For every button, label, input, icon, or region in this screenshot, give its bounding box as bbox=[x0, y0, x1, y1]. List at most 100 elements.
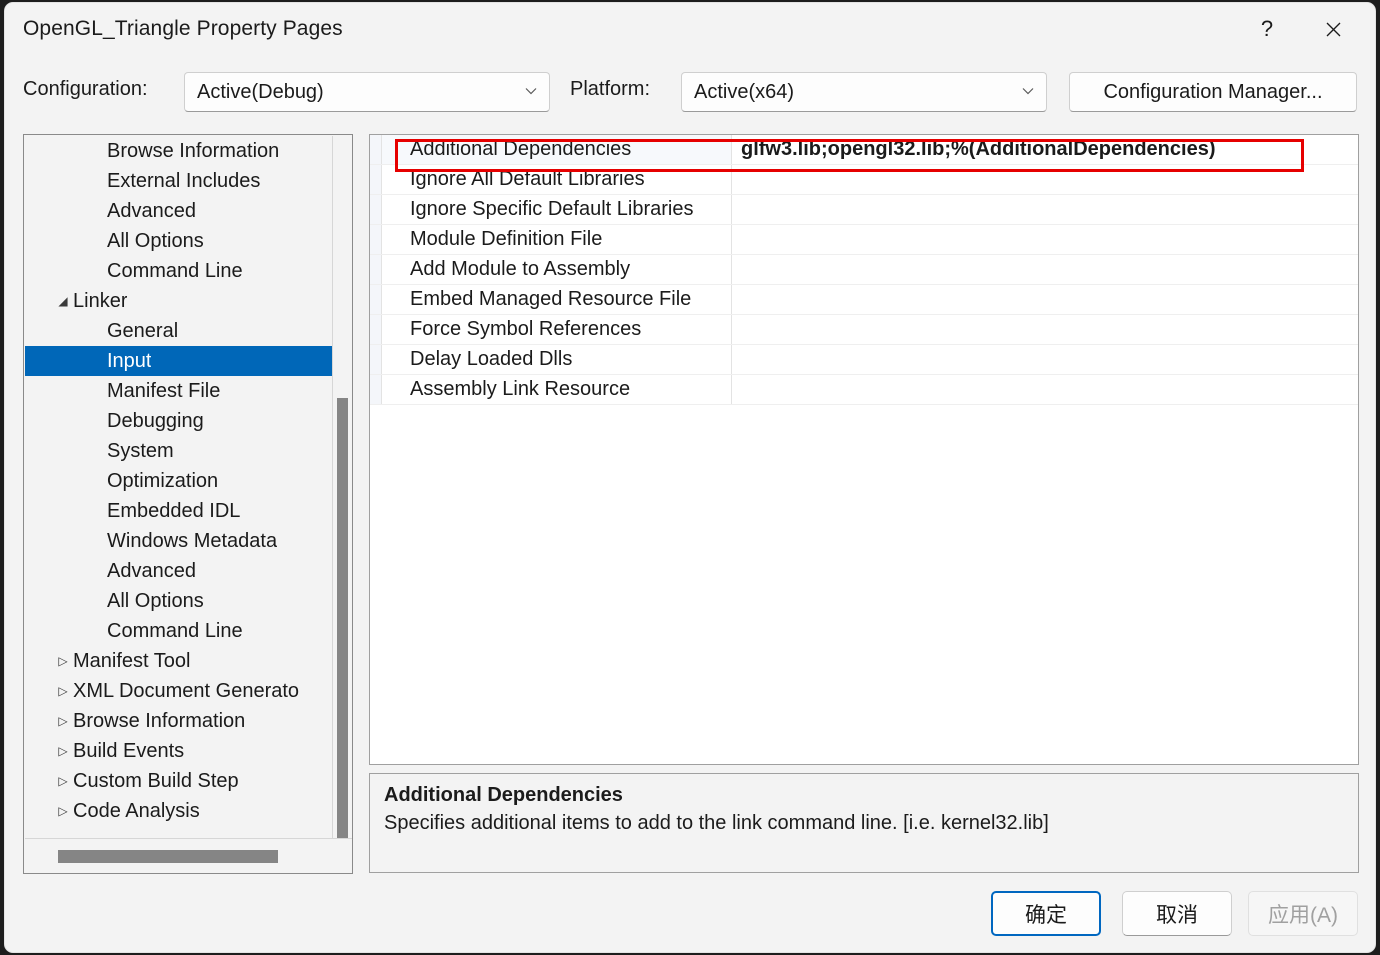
tree-item-build-events[interactable]: ▷ Build Events bbox=[25, 736, 333, 766]
close-glyph bbox=[1326, 22, 1340, 36]
tree-item-general[interactable]: General bbox=[25, 316, 333, 346]
property-row[interactable]: Add Module to Assembly bbox=[370, 255, 1358, 285]
tree-item-label: Custom Build Step bbox=[73, 769, 239, 792]
tree-item-all-options[interactable]: All Options bbox=[25, 226, 333, 256]
property-name: Force Symbol References bbox=[382, 315, 732, 344]
property-name: Ignore All Default Libraries bbox=[382, 165, 732, 194]
ok-button[interactable]: 确定 bbox=[991, 891, 1101, 936]
tree-item-browse-information[interactable]: ▷ Browse Information bbox=[25, 706, 333, 736]
tree-item-advanced[interactable]: Advanced bbox=[25, 556, 333, 586]
property-row[interactable]: Ignore All Default Libraries bbox=[370, 165, 1358, 195]
property-name: Module Definition File bbox=[382, 225, 732, 254]
property-row-gutter bbox=[370, 225, 382, 254]
property-pages-dialog: OpenGL_Triangle Property Pages ? Configu… bbox=[4, 2, 1376, 953]
tree-item-system[interactable]: System bbox=[25, 436, 333, 466]
tree-item-command-line[interactable]: Command Line bbox=[25, 256, 333, 286]
tree-item-input[interactable]: Input bbox=[25, 346, 333, 376]
tree-item-label: All Options bbox=[107, 589, 204, 612]
description-panel: Additional Dependencies Specifies additi… bbox=[369, 773, 1359, 873]
platform-dropdown[interactable]: Active(x64) bbox=[681, 72, 1047, 112]
property-grid-rows: Additional Dependencies glfw3.lib;opengl3… bbox=[370, 135, 1358, 405]
tree-item-label: Optimization bbox=[107, 469, 219, 492]
property-value[interactable]: glfw3.lib;opengl32.lib;%(AdditionalDepen… bbox=[732, 135, 1358, 164]
property-row[interactable]: Module Definition File bbox=[370, 225, 1358, 255]
configuration-manager-button[interactable]: Configuration Manager... bbox=[1069, 72, 1357, 112]
property-name: Delay Loaded Dlls bbox=[382, 345, 732, 374]
tree-item-embedded-idl[interactable]: Embedded IDL bbox=[25, 496, 333, 526]
tree-item-label: Browse Information bbox=[73, 709, 246, 732]
chevron-collapsed-icon[interactable]: ▷ bbox=[53, 714, 73, 728]
chevron-expanded-icon[interactable]: ◢ bbox=[53, 294, 73, 308]
tree-horizontal-scrollbar[interactable] bbox=[25, 838, 352, 872]
tree-vertical-scrollbar-thumb[interactable] bbox=[337, 398, 348, 842]
tree-item-browse-information[interactable]: Browse Information bbox=[25, 136, 333, 166]
property-row[interactable]: Ignore Specific Default Libraries bbox=[370, 195, 1358, 225]
tree-item-label: External Includes bbox=[107, 169, 261, 192]
property-name: Additional Dependencies bbox=[382, 135, 732, 164]
tree-item-linker[interactable]: ◢ Linker bbox=[25, 286, 333, 316]
tree-item-custom-build-step[interactable]: ▷ Custom Build Step bbox=[25, 766, 333, 796]
chevron-down-icon bbox=[525, 85, 537, 97]
property-value[interactable] bbox=[732, 225, 1358, 254]
property-row[interactable]: Assembly Link Resource bbox=[370, 375, 1358, 405]
chevron-collapsed-icon[interactable]: ▷ bbox=[53, 744, 73, 758]
configuration-label: Configuration: bbox=[23, 78, 148, 100]
chevron-collapsed-icon[interactable]: ▷ bbox=[53, 654, 73, 668]
property-value[interactable] bbox=[732, 375, 1358, 404]
help-icon[interactable]: ? bbox=[1239, 3, 1295, 55]
tree-item-advanced[interactable]: Advanced bbox=[25, 196, 333, 226]
tree-item-label: Manifest Tool bbox=[73, 649, 191, 672]
description-body: Specifies additional items to add to the… bbox=[384, 812, 1049, 834]
tree-item-label: Manifest File bbox=[107, 379, 221, 402]
property-row[interactable]: Delay Loaded Dlls bbox=[370, 345, 1358, 375]
title-bar: OpenGL_Triangle Property Pages ? bbox=[5, 3, 1375, 59]
platform-label: Platform: bbox=[570, 78, 651, 100]
apply-button: 应用(A) bbox=[1248, 891, 1358, 936]
property-row[interactable]: Additional Dependencies glfw3.lib;opengl3… bbox=[370, 135, 1358, 165]
description-title: Additional Dependencies bbox=[384, 784, 623, 806]
tree-item-label: All Options bbox=[107, 229, 204, 252]
property-value[interactable] bbox=[732, 285, 1358, 314]
tree-horizontal-scrollbar-thumb[interactable] bbox=[58, 850, 278, 863]
property-row[interactable]: Embed Managed Resource File bbox=[370, 285, 1358, 315]
tree-item-manifest-tool[interactable]: ▷ Manifest Tool bbox=[25, 646, 333, 676]
apply-button-label: 应用(A) bbox=[1268, 903, 1338, 927]
property-value[interactable] bbox=[732, 195, 1358, 224]
tree-item-code-analysis[interactable]: ▷ Code Analysis bbox=[25, 796, 333, 826]
tree-vertical-scrollbar[interactable] bbox=[332, 136, 351, 842]
property-row-gutter bbox=[370, 375, 382, 404]
property-name: Embed Managed Resource File bbox=[382, 285, 732, 314]
tree-item-label: Code Analysis bbox=[73, 799, 200, 822]
chevron-collapsed-icon[interactable]: ▷ bbox=[53, 684, 73, 698]
property-row-gutter bbox=[370, 285, 382, 314]
chevron-collapsed-icon[interactable]: ▷ bbox=[53, 774, 73, 788]
chevron-down-icon bbox=[1022, 85, 1034, 97]
property-value[interactable] bbox=[732, 255, 1358, 284]
tree-item-label: Embedded IDL bbox=[107, 499, 241, 522]
tree-item-all-options[interactable]: All Options bbox=[25, 586, 333, 616]
cancel-button-label: 取消 bbox=[1156, 903, 1198, 927]
tree-item-label: Windows Metadata bbox=[107, 529, 278, 552]
property-value[interactable] bbox=[732, 345, 1358, 374]
property-row[interactable]: Force Symbol References bbox=[370, 315, 1358, 345]
tree-item-external-includes[interactable]: External Includes bbox=[25, 166, 333, 196]
tree-item-xml-document-generato[interactable]: ▷ XML Document Generato bbox=[25, 676, 333, 706]
tree-item-optimization[interactable]: Optimization bbox=[25, 466, 333, 496]
configuration-dropdown[interactable]: Active(Debug) bbox=[184, 72, 550, 112]
tree-item-command-line[interactable]: Command Line bbox=[25, 616, 333, 646]
configuration-value: Active(Debug) bbox=[197, 80, 324, 103]
close-icon[interactable] bbox=[1305, 3, 1361, 55]
tree-item-debugging[interactable]: Debugging bbox=[25, 406, 333, 436]
tree-item-manifest-file[interactable]: Manifest File bbox=[25, 376, 333, 406]
property-grid[interactable]: Additional Dependencies glfw3.lib;opengl3… bbox=[369, 134, 1359, 765]
cancel-button[interactable]: 取消 bbox=[1122, 891, 1232, 936]
chevron-collapsed-icon[interactable]: ▷ bbox=[53, 804, 73, 818]
configuration-manager-label: Configuration Manager... bbox=[1103, 80, 1323, 103]
property-row-gutter bbox=[370, 255, 382, 284]
property-value[interactable] bbox=[732, 315, 1358, 344]
settings-tree[interactable]: Browse Information External Includes Advan… bbox=[25, 136, 333, 839]
property-value[interactable] bbox=[732, 165, 1358, 194]
property-row-gutter bbox=[370, 165, 382, 194]
property-name: Add Module to Assembly bbox=[382, 255, 732, 284]
tree-item-windows-metadata[interactable]: Windows Metadata bbox=[25, 526, 333, 556]
